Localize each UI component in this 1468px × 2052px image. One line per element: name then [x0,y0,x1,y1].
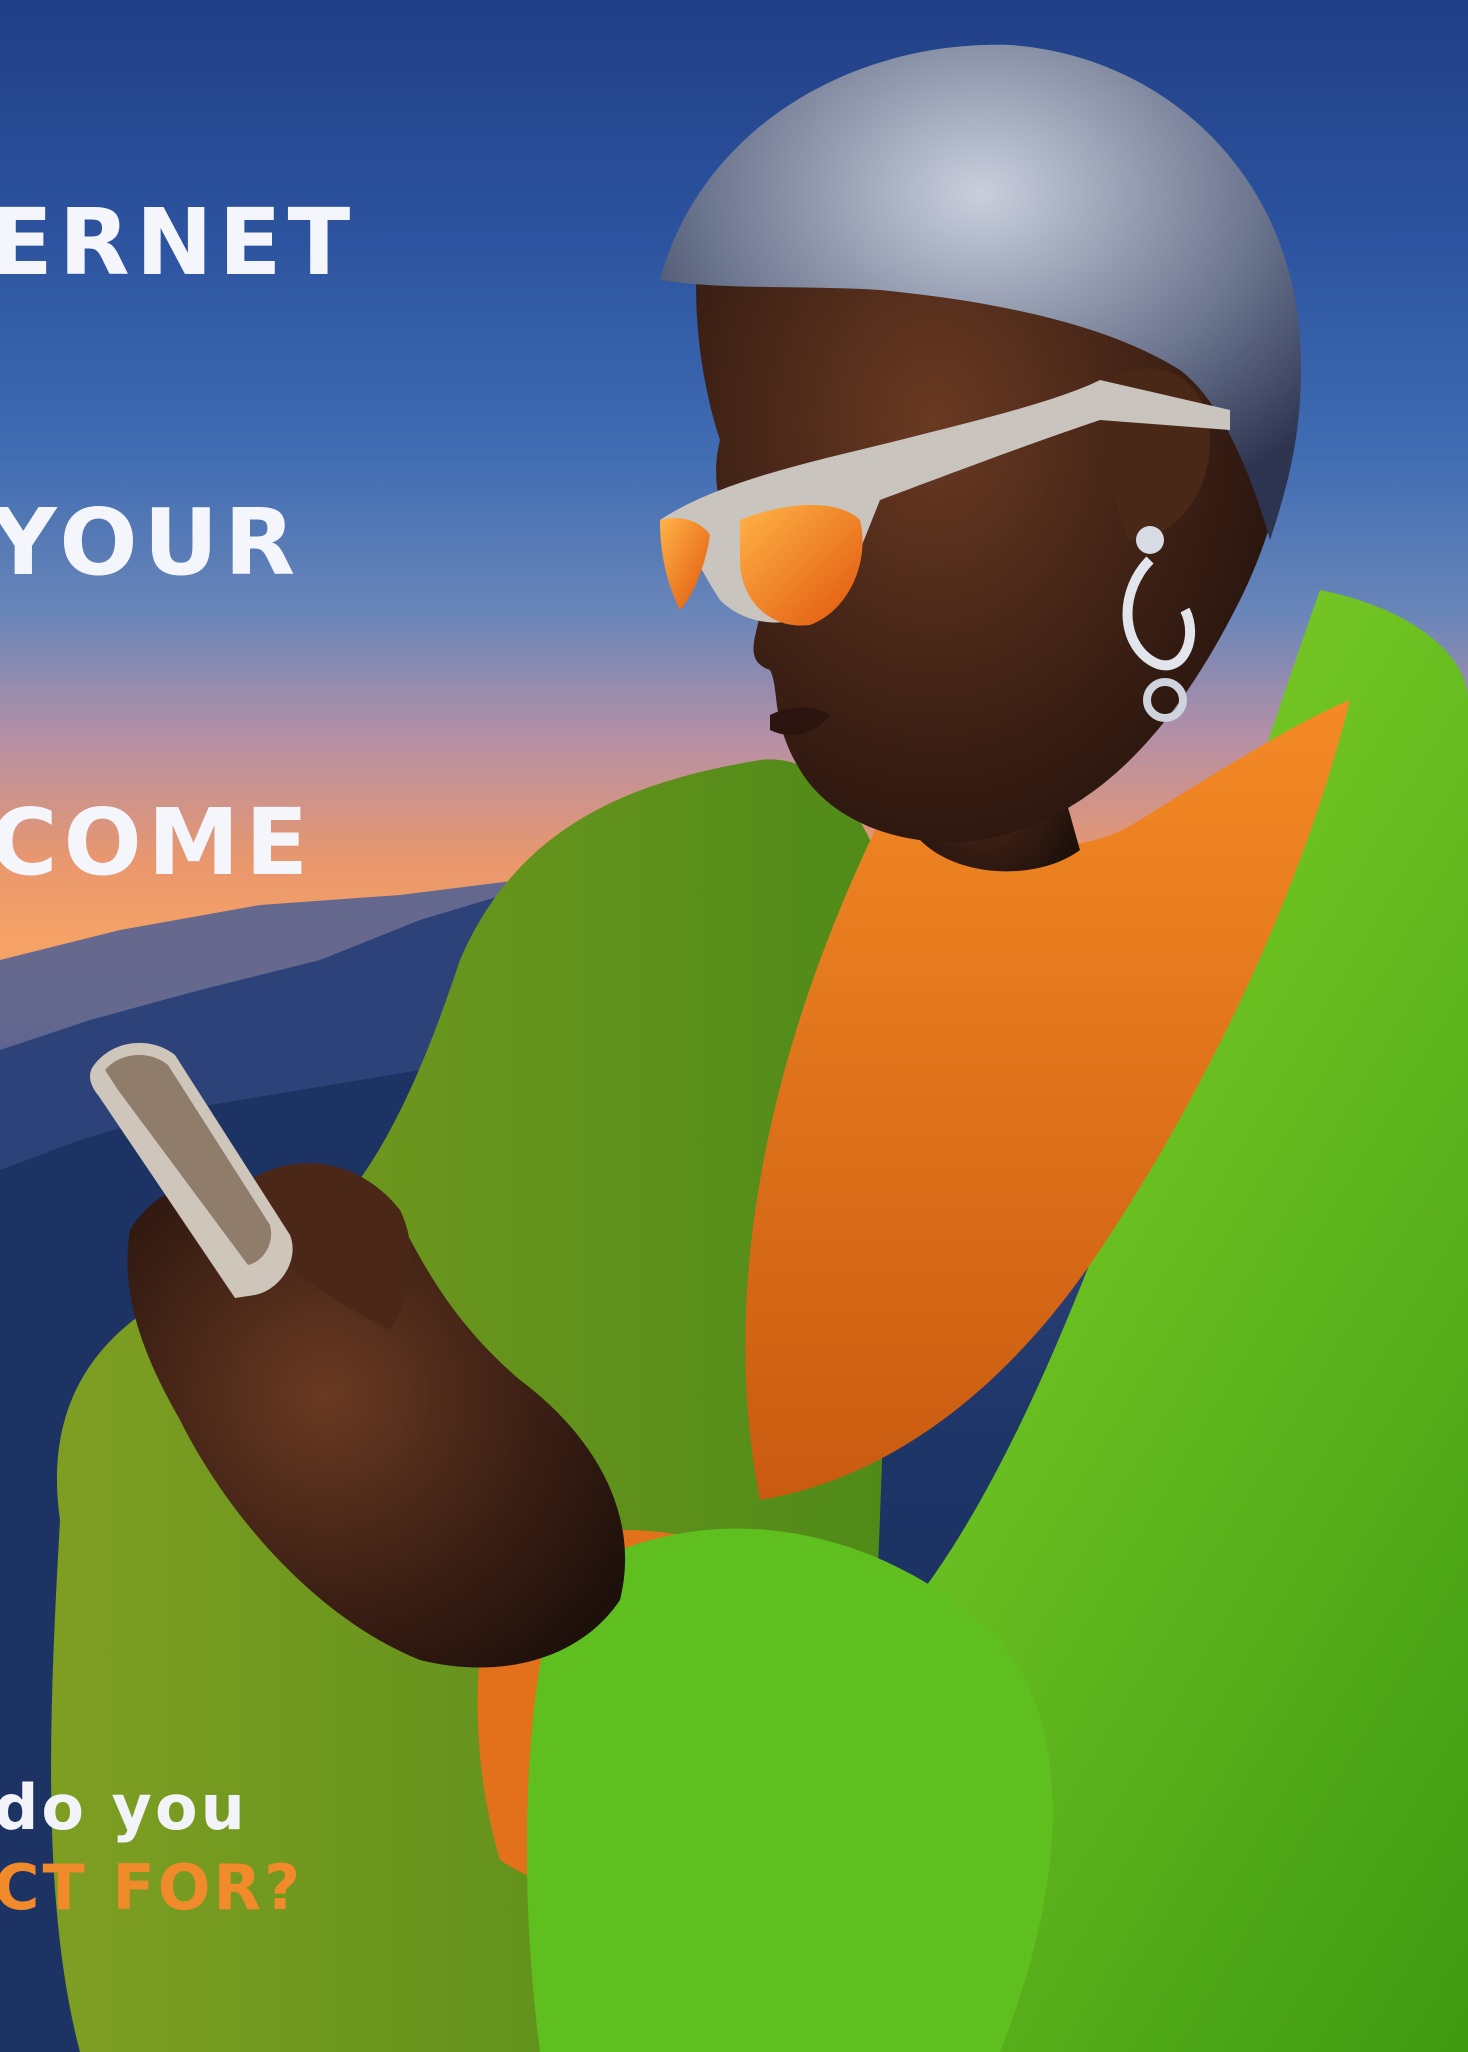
poster-canvas: ERNET YOUR COME DO YOU CT FOR? [0,0,1468,2052]
headline-line-3: COME [0,752,315,906]
headline: ERNET YOUR COME [0,4,356,1054]
headline-line-2: YOUR [0,452,302,606]
tagline-line-1: DO YOU [0,1771,248,1844]
tagline-line-2: CT FOR? [0,1851,304,1924]
headline-line-1: ERNET [0,152,357,306]
tagline: DO YOU CT FOR? [0,1768,303,1928]
